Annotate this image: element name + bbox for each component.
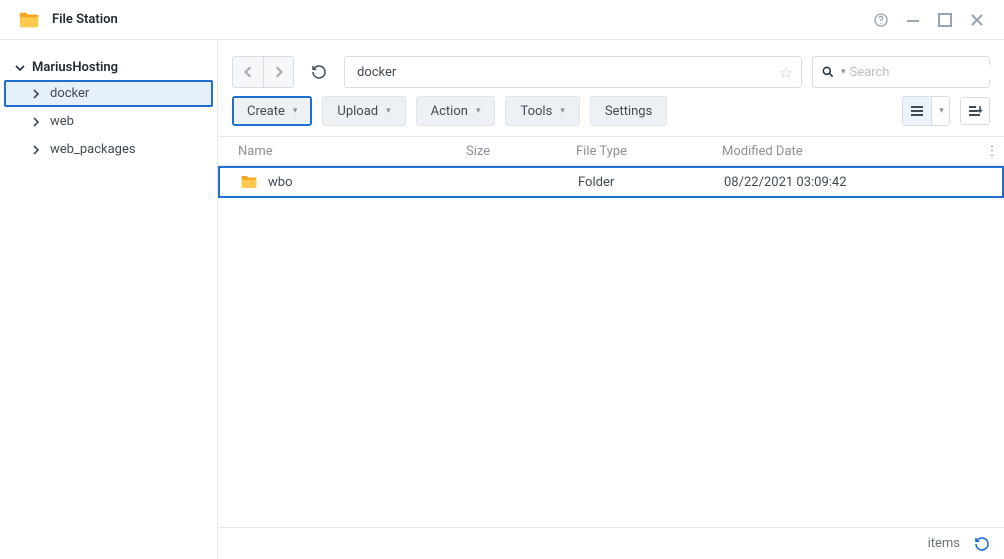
sidebar-item-label: web xyxy=(50,114,74,129)
tree-root-label: MariusHosting xyxy=(32,60,118,75)
app-title: File Station xyxy=(52,12,118,27)
caret-right-icon xyxy=(30,144,42,156)
chevron-down-icon: ▾ xyxy=(939,106,944,116)
column-more-icon[interactable]: ⋮ xyxy=(980,144,1004,159)
minimize-button[interactable] xyxy=(900,7,926,33)
toolbar-nav: docker ☆ ▾ xyxy=(218,40,1004,96)
upload-button[interactable]: Upload ▾ xyxy=(322,96,405,126)
column-size[interactable]: Size xyxy=(456,144,566,159)
app-folder-icon xyxy=(18,9,40,31)
table-row[interactable]: wbo Folder 08/22/2021 03:09:42 xyxy=(218,166,1004,198)
create-button[interactable]: Create ▾ xyxy=(232,96,312,126)
star-icon[interactable]: ☆ xyxy=(779,63,793,82)
path-input[interactable]: docker ☆ xyxy=(344,56,802,88)
sort-button[interactable] xyxy=(960,97,990,125)
button-label: Settings xyxy=(605,104,652,119)
sidebar-item-web-packages[interactable]: web_packages xyxy=(4,136,213,163)
titlebar: File Station xyxy=(0,0,1004,40)
search-dropdown-icon[interactable]: ▾ xyxy=(841,67,846,77)
button-label: Upload xyxy=(337,104,378,119)
sidebar-item-docker[interactable]: docker xyxy=(4,80,213,107)
button-label: Tools xyxy=(520,104,552,119)
sidebar: MariusHosting docker web web_packages xyxy=(0,40,218,559)
caret-right-icon xyxy=(30,116,42,128)
column-name[interactable]: Name xyxy=(228,144,456,159)
column-type[interactable]: File Type xyxy=(566,144,712,159)
cell-date: 08/22/2021 03:09:42 xyxy=(714,175,1002,190)
settings-button[interactable]: Settings xyxy=(590,96,667,126)
statusbar: items xyxy=(218,527,1004,559)
sidebar-item-web[interactable]: web xyxy=(4,108,213,135)
action-button[interactable]: Action ▾ xyxy=(416,96,496,126)
close-button[interactable] xyxy=(964,7,990,33)
search-icon xyxy=(821,65,835,79)
chevron-down-icon: ▾ xyxy=(386,106,391,116)
caret-down-icon xyxy=(14,62,26,74)
tree-root[interactable]: MariusHosting xyxy=(0,56,217,79)
nav-forward-button[interactable] xyxy=(263,57,293,87)
path-text: docker xyxy=(353,65,779,80)
cell-type: Folder xyxy=(568,175,714,190)
sidebar-item-label: docker xyxy=(50,86,89,101)
sidebar-item-label: web_packages xyxy=(50,142,136,157)
refresh-button[interactable] xyxy=(974,536,990,552)
chevron-down-icon: ▾ xyxy=(293,106,298,116)
chevron-down-icon: ▾ xyxy=(476,106,481,116)
search-box[interactable]: ▾ xyxy=(812,56,990,88)
items-label: items xyxy=(928,536,960,551)
help-button[interactable] xyxy=(868,7,894,33)
button-label: Action xyxy=(431,104,468,119)
view-dropdown-button[interactable]: ▾ xyxy=(931,97,949,125)
nav-back-button[interactable] xyxy=(233,57,263,87)
caret-right-icon xyxy=(30,88,42,100)
toolbar-actions: Create ▾ Upload ▾ Action ▾ Tools ▾ Setti… xyxy=(218,96,1004,136)
table-header: Name Size File Type Modified Date ⋮ xyxy=(218,136,1004,166)
view-list-button[interactable] xyxy=(903,97,931,125)
main: docker ☆ ▾ Create ▾ Upload ▾ Action xyxy=(218,40,1004,559)
table-body: wbo Folder 08/22/2021 03:09:42 xyxy=(218,166,1004,527)
button-label: Create xyxy=(247,104,285,119)
nav-group xyxy=(232,56,294,88)
chevron-down-icon: ▾ xyxy=(560,106,565,116)
view-mode-group: ▾ xyxy=(902,96,950,126)
maximize-button[interactable] xyxy=(932,7,958,33)
column-date[interactable]: Modified Date xyxy=(712,144,980,159)
search-input[interactable] xyxy=(850,65,1004,80)
folder-icon xyxy=(240,173,258,191)
tools-button[interactable]: Tools ▾ xyxy=(505,96,579,126)
cell-name: wbo xyxy=(230,173,458,191)
reload-button[interactable] xyxy=(304,57,334,87)
row-name: wbo xyxy=(268,175,292,190)
